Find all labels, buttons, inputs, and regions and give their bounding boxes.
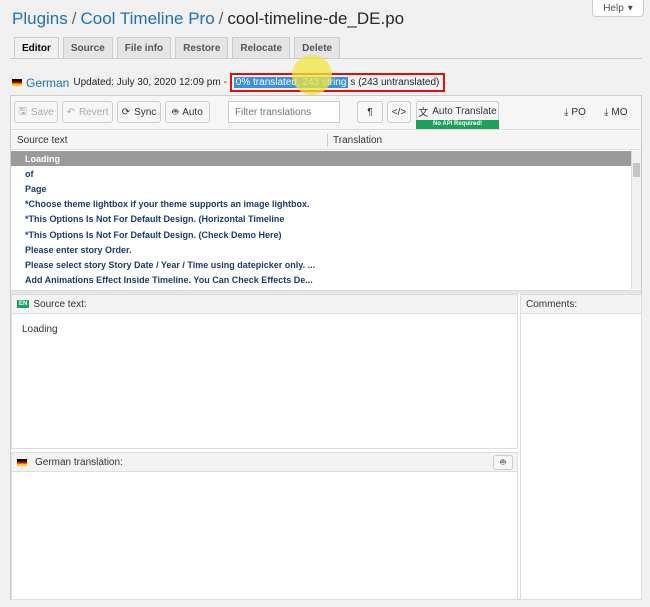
source-column-header[interactable]: Source text (17, 135, 68, 146)
download-po-button[interactable]: ⤓ PO (564, 107, 586, 118)
breadcrumb-separator: / (218, 9, 224, 28)
untranslated-count: s (243 untranslated) (350, 77, 440, 88)
download-mo-button[interactable]: ⤓ MO (604, 107, 628, 118)
sync-button[interactable]: ⟳ Sync (117, 101, 161, 123)
filter-translations-input[interactable] (228, 101, 340, 123)
save-button[interactable]: 🖫 Save (14, 101, 58, 123)
code-view-button[interactable]: </> (387, 101, 411, 123)
breadcrumb-separator: / (71, 9, 77, 28)
revert-button[interactable]: ↶ Revert (62, 101, 113, 123)
tab-editor[interactable]: Editor (14, 37, 59, 59)
save-label: Save (30, 106, 54, 118)
tab-source[interactable]: Source (62, 37, 113, 59)
revert-icon: ↶ (66, 106, 75, 118)
translate-icon: 文 (418, 107, 429, 119)
auto-translate-label: Auto Translate (432, 105, 497, 117)
tab-delete[interactable]: Delete (294, 37, 341, 59)
list-item[interactable]: Please select story Story Date / Year / … (11, 257, 631, 272)
breadcrumb-file: cool-timeline-de_DE.po (227, 9, 405, 28)
no-api-badge: No API Required! (416, 120, 499, 129)
progress-highlight-box: 0% translated, 243 string s (243 untransl… (229, 73, 446, 92)
help-button[interactable]: Help ▾ (592, 0, 644, 17)
source-panel-header: EN Source text: (12, 295, 517, 314)
column-divider[interactable] (327, 134, 328, 147)
translation-textarea[interactable] (12, 472, 517, 597)
tab-restore[interactable]: Restore (175, 37, 229, 59)
list-item[interactable]: Please enter story Order. (11, 242, 631, 257)
list-header: Source text Translation (11, 131, 641, 150)
po-editor: 🖫 Save ↶ Revert ⟳ Sync 🤖︎ Auto ¶ </> 文 A… (10, 95, 642, 600)
translation-column-header[interactable]: Translation (333, 135, 382, 146)
en-badge: EN (17, 300, 30, 308)
save-icon: 🖫 (18, 105, 27, 117)
tab-file-info[interactable]: File info (116, 37, 172, 59)
editor-tabs: Editor Source File info Restore Relocate… (14, 37, 341, 59)
po-label: PO (571, 107, 586, 118)
german-flag-icon (12, 79, 22, 86)
comments-panel: Comments: (520, 294, 642, 600)
translation-panel-header: German translation: 🤖︎ (12, 453, 517, 472)
editor-toolbar: 🖫 Save ↶ Revert ⟳ Sync 🤖︎ Auto ¶ </> 文 A… (11, 96, 641, 130)
download-icon: ⤓ (604, 107, 609, 118)
language-link[interactable]: German (26, 76, 69, 90)
string-list: Loading of Page *Choose theme lightbox i… (11, 151, 631, 289)
auto-translate-button[interactable]: 文 Auto Translate (416, 101, 499, 121)
auto-translate-robot-button[interactable]: 🤖︎ (493, 455, 513, 470)
source-text-content: Loading (22, 324, 58, 335)
list-item[interactable]: Page (11, 181, 631, 196)
translation-panel: German translation: 🤖︎ (11, 452, 518, 600)
pilcrow-icon: ¶ (367, 106, 373, 118)
list-item[interactable]: Loading (11, 151, 631, 167)
mo-label: MO (611, 107, 628, 118)
tab-underline (10, 58, 642, 59)
list-item[interactable]: *This Options Is Not For Default Design.… (11, 212, 631, 227)
list-item[interactable]: *Choose theme lightbox if your theme sup… (11, 197, 631, 212)
breadcrumb-plugins-link[interactable]: Plugins (12, 9, 68, 28)
list-item[interactable]: *This Options Is Not For Default Design.… (11, 227, 631, 242)
auto-label: Auto (182, 106, 203, 118)
revert-label: Revert (78, 106, 109, 118)
breadcrumb-plugin-link[interactable]: Cool Timeline Pro (81, 9, 215, 28)
comments-panel-title: Comments: (526, 298, 578, 310)
robot-icon: 🤖︎ (500, 457, 506, 467)
sync-icon: ⟳ (121, 106, 131, 118)
translated-count-selected: 0% translated, 243 string (233, 77, 349, 88)
robot-icon: 🤖︎ (172, 107, 179, 118)
german-flag-icon (17, 458, 27, 466)
list-item[interactable]: Add Animations Effect Inside Timeline. Y… (11, 273, 631, 288)
invisibles-toggle-button[interactable]: ¶ (357, 101, 383, 123)
code-icon: </> (391, 106, 407, 118)
updated-text: Updated: July 30, 2020 12:09 pm - (73, 77, 227, 88)
caret-down-icon: ▾ (627, 2, 633, 14)
translation-panel-title: German translation: (35, 456, 123, 468)
auto-translate-group: 文 Auto Translate No API Required! (416, 101, 499, 129)
list-scrollbar[interactable] (631, 151, 641, 289)
sync-label: Sync (134, 106, 157, 118)
tab-relocate[interactable]: Relocate (232, 37, 291, 59)
translation-status: German Updated: July 30, 2020 12:09 pm -… (12, 73, 446, 92)
breadcrumb: Plugins / Cool Timeline Pro / cool-timeline-… (12, 9, 404, 29)
scrollbar-thumb[interactable] (633, 163, 640, 177)
comments-panel-header: Comments: (521, 295, 641, 314)
list-item[interactable]: of (11, 166, 631, 181)
download-icon: ⤓ (564, 107, 569, 118)
source-panel-title: Source text: (33, 298, 87, 310)
auto-button[interactable]: 🤖︎ Auto (165, 101, 210, 123)
source-text-panel: EN Source text: Loading (11, 294, 518, 449)
help-label: Help (603, 2, 624, 14)
